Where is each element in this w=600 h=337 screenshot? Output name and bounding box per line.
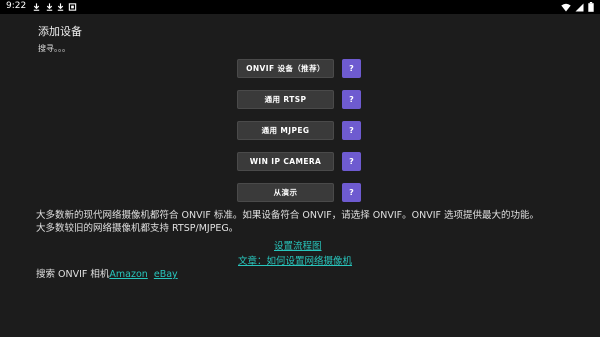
onvif-help-button[interactable]: ? [342,59,361,78]
win-ip-camera-row: WIN IP CAMERA ? [237,152,361,171]
status-bar: 9:22 [0,0,600,14]
search-prefix: 搜索 ONVIF 相机 [36,269,110,280]
signal-icon [575,3,584,11]
ebay-link[interactable]: eBay [154,269,178,280]
demo-help-button[interactable]: ? [342,183,361,202]
battery-icon [588,2,594,12]
win-ip-camera-button[interactable]: WIN IP CAMERA [237,152,334,171]
download-icon [33,3,40,11]
description: 大多数新的现代网络摄像机都符合 ONVIF 标准。如果设备符合 ONVIF，请选… [36,209,591,235]
app-icon [68,3,77,11]
screen: 9:22 添加设备 搜寻。。。 ONVIF 设备（推荐） ? 通用 RTSP ?… [0,0,600,337]
onvif-device-button[interactable]: ONVIF 设备（推荐） [237,59,334,78]
rtsp-help-button[interactable]: ? [342,90,361,109]
generic-rtsp-button[interactable]: 通用 RTSP [237,90,334,109]
onvif-row: ONVIF 设备（推荐） ? [237,59,361,78]
amazon-link[interactable]: Amazon [109,269,147,280]
generic-mjpeg-button[interactable]: 通用 MJPEG [237,121,334,140]
description-line-2: 大多数较旧的网络摄像机都支持 RTSP/MJPEG。 [36,223,239,234]
demo-row: 从演示 ? [237,183,361,202]
mjpeg-row: 通用 MJPEG ? [237,121,361,140]
download-icon [57,3,64,11]
from-demo-button[interactable]: 从演示 [237,183,334,202]
description-line-1: 大多数新的现代网络摄像机都符合 ONVIF 标准。如果设备符合 ONVIF，请选… [36,210,539,221]
search-onvif-line: 搜索 ONVIF 相机Amazon eBay [36,266,178,280]
wifi-icon [561,3,571,11]
searching-status: 搜寻。。。 [38,44,70,53]
mjpeg-help-button[interactable]: ? [342,121,361,140]
setup-flowchart-link[interactable]: 设置流程图 [274,238,322,252]
setup-article-link[interactable]: 文章：如何设置网络摄像机 [238,253,352,267]
win-ip-camera-help-button[interactable]: ? [342,152,361,171]
page-title: 添加设备 [38,25,82,38]
download-icon [46,3,53,11]
status-time: 9:22 [6,1,27,11]
rtsp-row: 通用 RTSP ? [237,90,361,109]
